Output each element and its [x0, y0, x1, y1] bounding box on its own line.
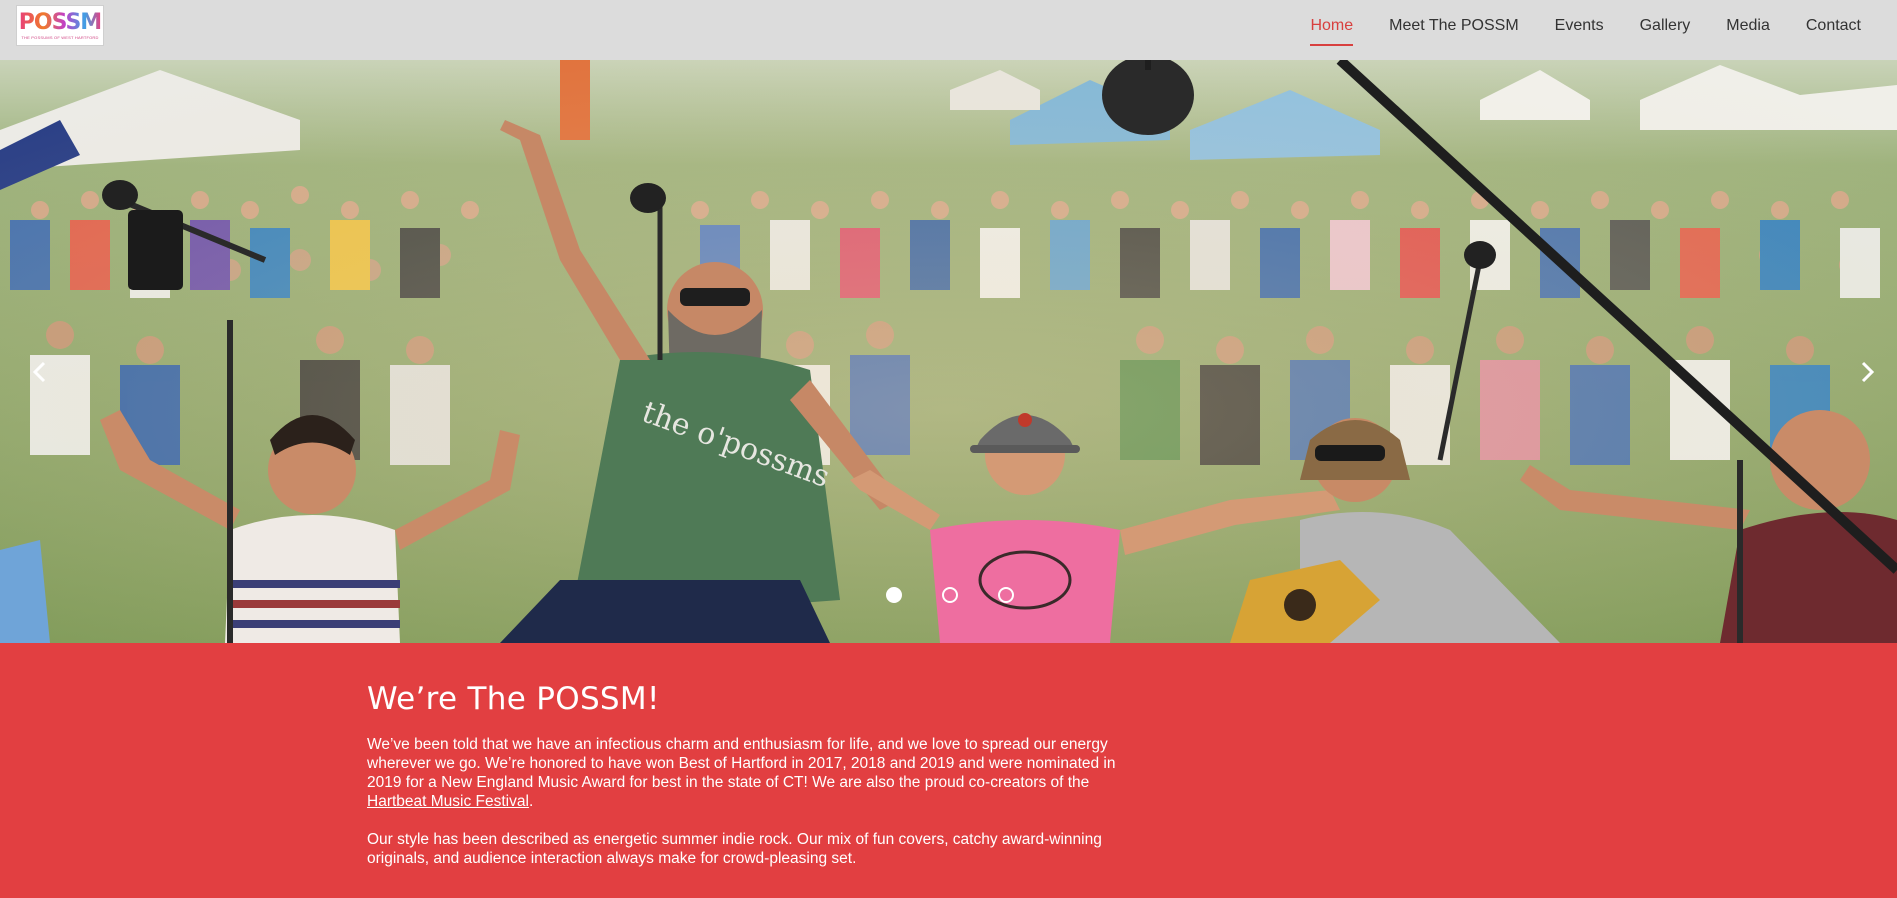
intro-paragraph-2: Our style has been described as energeti…: [367, 831, 1102, 867]
hartbeat-festival-link[interactable]: Hartbeat Music Festival: [367, 793, 529, 810]
intro-content: We’re The POSSM! We’ve been told that we…: [367, 681, 1137, 887]
slider-dot-3[interactable]: [998, 587, 1014, 603]
slider-dot-2[interactable]: [942, 587, 958, 603]
slider-prev-button[interactable]: [28, 360, 52, 384]
slider-next-button[interactable]: [1855, 360, 1879, 384]
site-logo[interactable]: POSSM THE POSSUMS OF WEST HARTFORD: [16, 5, 104, 46]
intro-paragraph-1: We’ve been told that we have an infectio…: [367, 735, 1137, 811]
main-nav: Home Meet The POSSM Events Gallery Media…: [1310, 0, 1861, 52]
slider-dot-1[interactable]: [886, 587, 902, 603]
nav-item-gallery[interactable]: Gallery: [1640, 0, 1691, 52]
hero-slider: the o'possms: [0, 60, 1897, 643]
chevron-right-icon: [1861, 361, 1875, 383]
nav-item-meet-the-possm[interactable]: Meet The POSSM: [1389, 0, 1519, 52]
logo-tagline: THE POSSUMS OF WEST HARTFORD: [21, 34, 99, 40]
intro-section: We’re The POSSM! We’ve been told that we…: [0, 643, 1897, 898]
hero-photo: the o'possms: [0, 60, 1897, 643]
chevron-left-icon: [32, 361, 46, 383]
nav-item-media[interactable]: Media: [1726, 0, 1770, 52]
nav-item-contact[interactable]: Contact: [1806, 0, 1861, 52]
logo-wordmark: POSSM: [18, 9, 102, 35]
nav-item-events[interactable]: Events: [1555, 0, 1604, 52]
site-header: POSSM THE POSSUMS OF WEST HARTFORD Home …: [0, 0, 1897, 60]
nav-item-home[interactable]: Home: [1310, 0, 1353, 52]
intro-paragraph-1-end: .: [528, 793, 534, 810]
intro-title: We’re The POSSM!: [367, 681, 660, 717]
intro-paragraph-1-text: We’ve been told that we have an infectio…: [367, 736, 1116, 791]
slider-pagination: [886, 587, 1014, 603]
